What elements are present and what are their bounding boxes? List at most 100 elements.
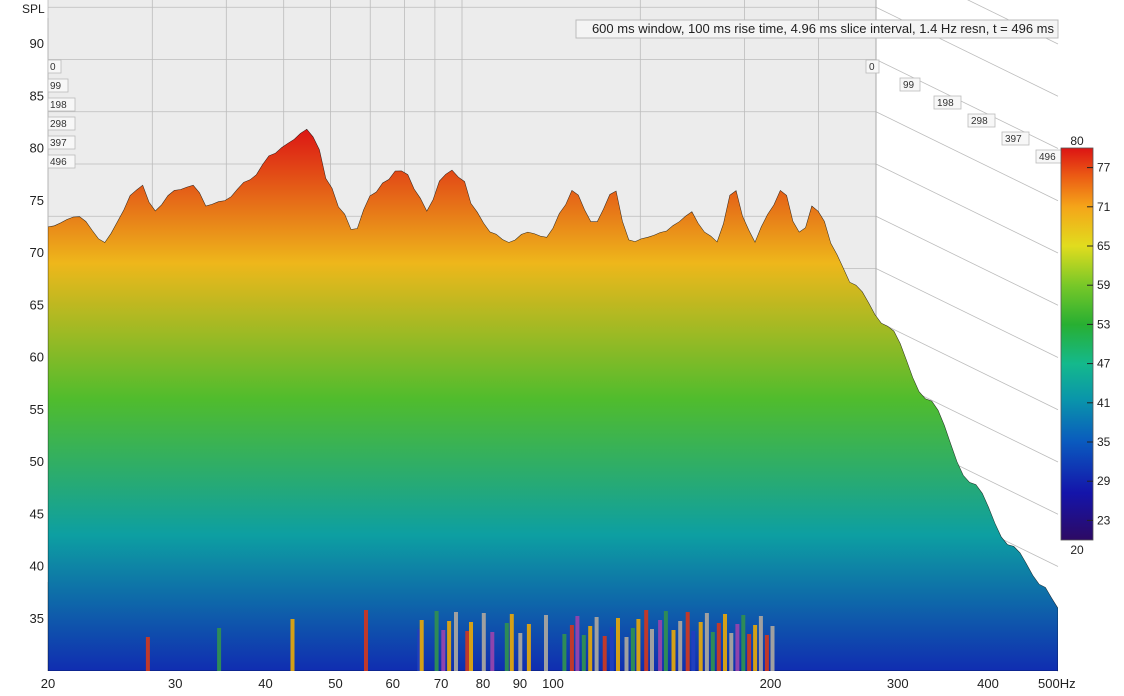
time-label-left: 99	[50, 81, 62, 92]
marker-bar	[616, 618, 620, 671]
marker-bar	[364, 610, 368, 671]
x-tick-label: 40	[258, 676, 272, 691]
marker-bar	[704, 613, 709, 671]
colorbar-bottom-label: 20	[1070, 543, 1084, 557]
marker-bar	[698, 622, 703, 671]
marker-bar	[770, 626, 775, 671]
colorbar-tick-label: 65	[1097, 239, 1111, 253]
y-tick-labels: 90 85 80 75 70 65 60 55 50 45 40 35	[30, 36, 44, 626]
marker-bar	[544, 615, 548, 671]
y-tick-label: 90	[30, 36, 44, 51]
y-tick-label: 60	[30, 350, 44, 365]
y-tick-label: 65	[30, 297, 44, 312]
y-tick-label: 70	[30, 245, 44, 260]
marker-bar	[758, 616, 763, 671]
marker-bar	[747, 634, 752, 671]
marker-bar	[518, 633, 523, 671]
time-label-left: 496	[50, 157, 67, 168]
time-label-right: 496	[1039, 152, 1056, 163]
time-label-left: 298	[50, 119, 67, 130]
time-label-right: 298	[971, 116, 988, 127]
marker-bar	[441, 630, 446, 671]
marker-bar	[729, 633, 734, 671]
marker-bar	[594, 617, 599, 671]
time-label-left: 198	[50, 100, 67, 111]
marker-bar	[290, 619, 295, 671]
marker-bar	[419, 620, 424, 671]
colorbar-tick-label: 35	[1097, 435, 1111, 449]
colorbar-tick-label: 23	[1097, 513, 1111, 527]
marker-bar	[671, 630, 676, 671]
time-label-right: 198	[937, 98, 954, 109]
info-text: 600 ms window, 100 ms rise time, 4.96 ms…	[592, 21, 1055, 36]
x-tick-label: 100	[542, 676, 564, 691]
colorbar-tick-label: 53	[1097, 317, 1111, 331]
time-label-right: 99	[903, 80, 915, 91]
marker-bar	[609, 627, 614, 671]
colorbar-tick-label: 29	[1097, 474, 1111, 488]
marker-bar	[658, 620, 663, 671]
marker-bar	[465, 631, 470, 671]
time-label-right: 397	[1005, 134, 1022, 145]
x-tick-label: 80	[476, 676, 490, 691]
marker-bar	[569, 625, 574, 671]
x-tick-label: 60	[385, 676, 399, 691]
marker-bar	[481, 613, 486, 671]
marker-bar	[575, 616, 580, 671]
colorbar-tick-label: 47	[1097, 357, 1111, 371]
marker-bar	[678, 621, 683, 671]
marker-bar	[685, 612, 690, 671]
marker-bar	[624, 637, 629, 671]
marker-bar	[490, 632, 495, 671]
colorbar-tick-label: 59	[1097, 278, 1111, 292]
marker-bar	[764, 635, 769, 671]
waterfall-chart: 600 ms window, 100 ms rise time, 4.96 ms…	[22, 0, 1111, 691]
marker-bar	[469, 622, 473, 671]
y-tick-label: 80	[30, 141, 44, 156]
marker-bar	[454, 612, 458, 671]
marker-bar	[710, 632, 715, 671]
colorbar-tick-label: 77	[1097, 161, 1111, 175]
x-tick-label: 30	[168, 676, 182, 691]
marker-bar	[650, 629, 654, 671]
x-tick-label: 500Hz	[1038, 676, 1076, 691]
marker-bar	[741, 615, 746, 671]
marker-bar	[581, 635, 586, 671]
marker-bar	[526, 624, 531, 671]
marker-bar	[691, 631, 696, 671]
y-tick-label: 35	[30, 611, 44, 626]
marker-bar	[504, 623, 509, 671]
x-tick-label: 300	[887, 676, 909, 691]
marker-bar	[716, 623, 721, 671]
marker-bar	[217, 628, 222, 671]
y-tick-label: 40	[30, 559, 44, 574]
marker-bar	[602, 636, 607, 671]
marker-bar	[145, 637, 150, 671]
x-tick-labels: 20 30 40 50 60 70 80 90 100 200 300 400 500Hz	[41, 676, 1076, 691]
marker-bar	[562, 634, 567, 671]
marker-bar	[630, 628, 635, 671]
x-tick-label: 20	[41, 676, 55, 691]
marker-bar	[447, 621, 452, 671]
y-tick-label: 45	[30, 506, 44, 521]
y-tick-label: 75	[30, 193, 44, 208]
y-tick-label: 55	[30, 402, 44, 417]
marker-bar	[663, 611, 668, 671]
colorbar-tick-label: 41	[1097, 396, 1111, 410]
time-label-left: 0	[50, 62, 56, 73]
marker-bar	[753, 625, 758, 671]
marker-bar	[644, 610, 649, 671]
time-label-right: 0	[869, 62, 875, 73]
x-tick-label: 50	[328, 676, 342, 691]
x-tick-label: 70	[434, 676, 448, 691]
colorbar: 80 20 77 71 65 59 53 47 41 35 29 23	[1060, 134, 1111, 557]
x-tick-label: 200	[760, 676, 782, 691]
marker-bar	[588, 626, 593, 671]
x-tick-label: 400	[977, 676, 999, 691]
y-tick-label: 50	[30, 454, 44, 469]
marker-bar	[723, 614, 727, 671]
colorbar-top-label: 80	[1070, 134, 1084, 148]
time-label-left: 397	[50, 138, 67, 149]
y-tick-label: 85	[30, 88, 44, 103]
marker-bar	[434, 611, 439, 671]
